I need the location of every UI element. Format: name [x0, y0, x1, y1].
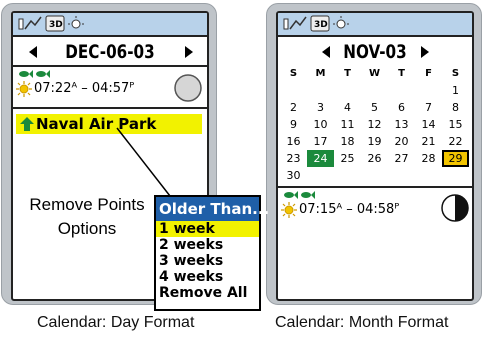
remove-points-popup: Older Than... 1 week 2 weeks 3 weeks 4 w… — [154, 195, 269, 311]
caption-month-format: Calendar: Month Format — [275, 314, 449, 331]
option-1-week[interactable]: 1 week — [156, 221, 259, 237]
option-4-weeks[interactable]: 4 weeks — [156, 269, 259, 285]
option-2-weeks[interactable]: 2 weeks — [156, 237, 259, 253]
option-remove-all[interactable]: Remove All — [156, 285, 259, 301]
caption-day-format: Calendar: Day Format — [37, 314, 195, 331]
option-3-weeks[interactable]: 3 weeks — [156, 253, 259, 269]
popup-title: Older Than... — [156, 197, 269, 221]
